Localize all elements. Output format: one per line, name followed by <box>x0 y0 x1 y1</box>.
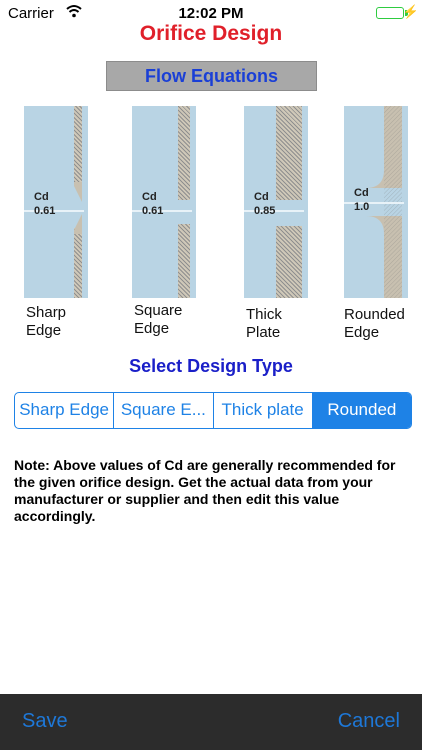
cd-label: Cd <box>34 191 49 203</box>
cd-value: 0.61 <box>142 205 164 217</box>
cd-value: 0.85 <box>254 205 276 217</box>
select-design-type-heading: Select Design Type <box>129 356 293 376</box>
sharp-edge-diagram: Cd 0.61 <box>24 106 88 298</box>
cd-value: 1.0 <box>354 201 370 213</box>
page-title: Orifice Design <box>139 22 283 45</box>
clock: 12:02 PM <box>178 5 244 22</box>
cd-label: Cd <box>254 191 269 203</box>
segment-square-edge[interactable]: Square E... <box>114 393 214 428</box>
cancel-button[interactable]: Cancel <box>338 710 400 733</box>
charging-icon: ⚡ <box>402 4 419 19</box>
segment-thick-plate[interactable]: Thick plate <box>214 393 313 428</box>
cd-note-text: Note: Above values of Cd are generally r… <box>14 457 396 524</box>
battery-icon <box>376 7 404 19</box>
diagram-label-square-edge: Square Edge <box>134 302 183 337</box>
save-button[interactable]: Save <box>22 710 68 733</box>
design-type-segmented-control[interactable]: Sharp Edge Square E... Thick plate Round… <box>14 392 412 429</box>
square-edge-diagram: Cd 0.61 <box>132 106 196 298</box>
cd-label: Cd <box>142 191 157 203</box>
bottom-toolbar: Save Cancel <box>0 694 422 750</box>
cd-value: 0.61 <box>34 205 56 217</box>
status-bar: Carrier 12:02 PM ⚡ <box>0 0 422 24</box>
diagram-label-rounded-edge: Rounded Edge <box>344 306 405 341</box>
segment-sharp-edge[interactable]: Sharp Edge <box>15 393 115 428</box>
cd-label: Cd <box>354 187 369 199</box>
thick-plate-diagram: Cd 0.85 <box>244 106 308 298</box>
diagram-label-sharp-edge: Sharp Edge <box>26 304 67 339</box>
segment-rounded[interactable]: Rounded <box>312 393 411 428</box>
rounded-edge-diagram: Cd 1.0 <box>344 106 408 298</box>
flow-equations-button[interactable]: Flow Equations <box>106 61 317 91</box>
diagram-label-thick-plate: Thick Plate <box>246 306 282 341</box>
